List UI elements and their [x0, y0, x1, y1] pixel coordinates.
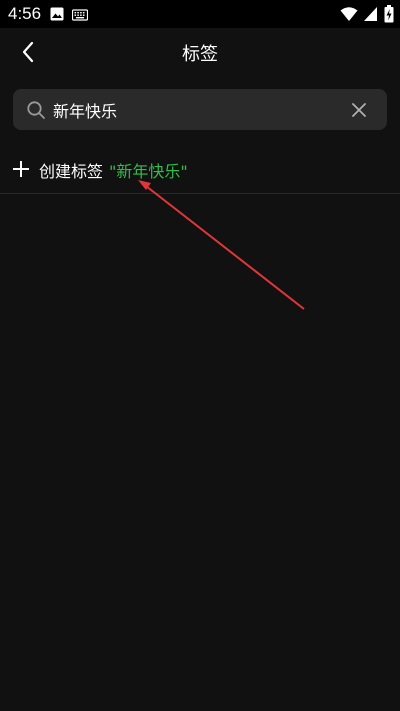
tag-screen: 4:56 标签 新年快乐 创建标签 "新年快乐"	[0, 0, 400, 711]
status-time: 4:56	[8, 4, 42, 23]
search-icon	[26, 100, 46, 120]
status-system-icons	[340, 5, 394, 27]
search-input[interactable]	[53, 89, 333, 130]
create-tag-label: 创建标签	[39, 162, 104, 181]
page-title: 标签	[182, 44, 218, 65]
status-notification-icons	[50, 6, 89, 25]
close-icon[interactable]	[349, 100, 369, 120]
battery-charging-icon	[384, 5, 394, 27]
plus-icon	[12, 160, 30, 178]
create-tag-button[interactable]: 创建标签 "新年快乐"	[0, 146, 400, 194]
keyboard-icon	[71, 6, 89, 25]
wifi-icon	[340, 6, 358, 26]
header: 标签	[0, 28, 400, 78]
status-bar: 4:56	[0, 0, 400, 28]
image-icon	[50, 6, 64, 25]
search-bar	[13, 89, 387, 130]
create-tag-name: "新年快乐"	[109, 162, 188, 181]
signal-icon	[364, 6, 378, 26]
